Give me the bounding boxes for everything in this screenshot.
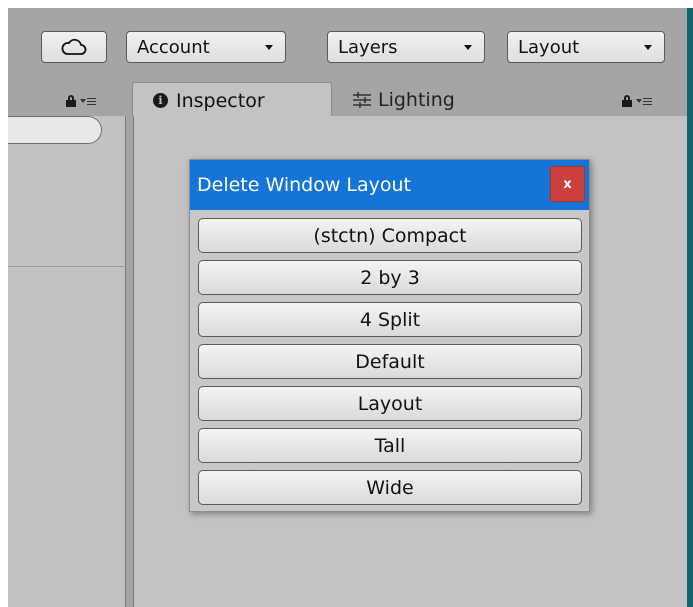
tab-bar (8, 80, 687, 116)
tab-lighting[interactable]: Lighting (352, 84, 455, 116)
lock-icon[interactable] (622, 95, 632, 107)
info-icon: i (153, 93, 168, 108)
window-edge (687, 8, 693, 607)
delete-window-layout-dialog: Delete Window Layout x (stctn) Compact 2… (189, 159, 590, 512)
layout-button-4-split[interactable]: 4 Split (198, 302, 582, 337)
panel-menu-icon[interactable] (80, 97, 96, 105)
layers-label: Layers (338, 36, 398, 58)
panel-menu-icon[interactable] (636, 97, 652, 105)
dialog-title-bar[interactable]: Delete Window Layout x (190, 160, 589, 210)
toolbar: Account Layers Layout (8, 8, 687, 80)
layout-button-tall[interactable]: Tall (198, 428, 582, 463)
cloud-button[interactable] (41, 31, 107, 63)
layout-button-default[interactable]: Default (198, 344, 582, 379)
layers-dropdown[interactable]: Layers (327, 31, 485, 63)
layout-button-wide[interactable]: Wide (198, 470, 582, 505)
search-input[interactable] (8, 116, 102, 144)
layout-button-compact[interactable]: (stctn) Compact (198, 218, 582, 253)
unity-editor-window: Account Layers Layout i Inspector Lighti… (0, 0, 693, 607)
layout-list: (stctn) Compact 2 by 3 4 Split Default L… (198, 218, 582, 512)
chevron-down-icon (464, 45, 472, 50)
tab-lighting-label: Lighting (378, 89, 455, 111)
chevron-down-icon (644, 45, 652, 50)
layout-button-2-by-3[interactable]: 2 by 3 (198, 260, 582, 295)
layout-label: Layout (518, 36, 580, 58)
divider (8, 266, 126, 267)
cloud-icon (61, 38, 87, 55)
chevron-down-icon (265, 45, 273, 50)
inspector-panel-controls (622, 93, 652, 109)
account-dropdown[interactable]: Account (126, 31, 286, 63)
hierarchy-panel (8, 116, 126, 607)
account-label: Account (137, 36, 210, 58)
layout-button-layout[interactable]: Layout (198, 386, 582, 421)
tab-inspector-label: Inspector (176, 89, 265, 112)
close-icon: x (563, 176, 572, 192)
dialog-title: Delete Window Layout (197, 174, 412, 196)
left-panel-controls (66, 93, 96, 109)
tab-inspector[interactable]: i Inspector (132, 82, 332, 118)
layout-dropdown[interactable]: Layout (507, 31, 665, 63)
lock-icon[interactable] (66, 95, 76, 107)
close-button[interactable]: x (550, 166, 585, 202)
sliders-icon (353, 92, 371, 108)
panel-splitter[interactable] (126, 116, 134, 607)
